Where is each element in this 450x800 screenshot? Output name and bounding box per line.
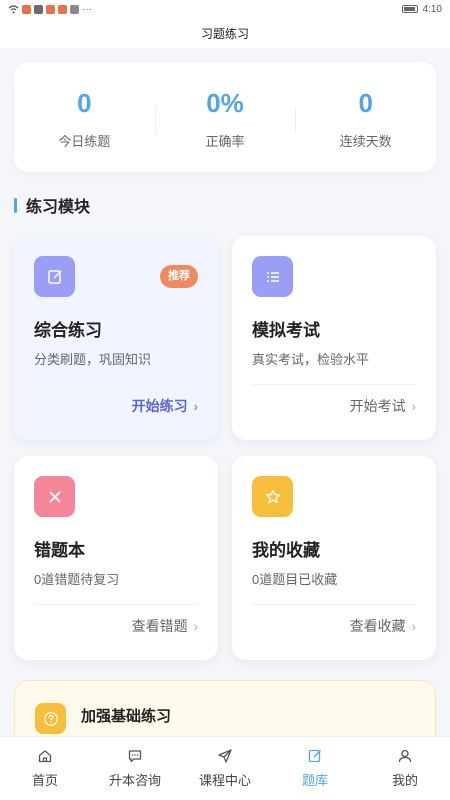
tab-question-bank[interactable]: 题库 bbox=[270, 737, 360, 800]
module-card-exam[interactable]: 模拟考试 真实考试，检验水平 开始考试 › bbox=[232, 236, 436, 440]
action-label: 查看收藏 bbox=[349, 618, 406, 634]
module-desc: 真实考试，检验水平 bbox=[252, 352, 370, 367]
divider bbox=[34, 604, 198, 605]
status-time: 4:10 bbox=[422, 3, 442, 15]
stat-label: 连续天数 bbox=[339, 133, 392, 149]
module-card-mistakes[interactable]: 错题本 0道错题待复习 查看错题 › bbox=[14, 456, 218, 660]
user-icon bbox=[398, 749, 412, 763]
close-icon bbox=[34, 476, 75, 517]
tab-consult[interactable]: 升本咨询 bbox=[90, 737, 180, 800]
chevron-right-icon: › bbox=[193, 398, 198, 414]
module-desc: 0道错题待复习 bbox=[34, 572, 120, 587]
section-title: 练习模块 bbox=[26, 199, 91, 216]
module-title: 错题本 bbox=[34, 541, 85, 560]
section-header: 练习模块 bbox=[14, 194, 90, 216]
star-icon bbox=[252, 476, 293, 517]
chevron-right-icon: › bbox=[411, 618, 416, 634]
divider bbox=[34, 384, 198, 385]
recommend-badge: 推荐 bbox=[160, 265, 198, 288]
action-label: 开始练习 bbox=[131, 398, 188, 414]
module-desc: 0道题目已收藏 bbox=[252, 572, 338, 587]
view-mistakes-button[interactable]: 查看错题 › bbox=[132, 616, 198, 636]
tip-title: 加强基础练习 bbox=[81, 708, 172, 725]
chevron-right-icon: › bbox=[193, 618, 198, 634]
section-accent-bar bbox=[14, 197, 17, 213]
edit-icon bbox=[34, 256, 75, 297]
start-exam-button[interactable]: 开始考试 › bbox=[350, 396, 416, 416]
tab-profile[interactable]: 我的 bbox=[360, 737, 450, 800]
question-icon bbox=[35, 703, 66, 734]
divider bbox=[252, 604, 416, 605]
divider bbox=[252, 384, 416, 385]
tab-label: 题库 bbox=[301, 773, 328, 788]
app-notification-icon bbox=[34, 4, 43, 14]
tab-home[interactable]: 首页 bbox=[0, 737, 90, 800]
module-desc: 分类刷题，巩固知识 bbox=[34, 352, 152, 367]
app-notification-icon bbox=[22, 4, 31, 14]
module-title: 我的收藏 bbox=[252, 541, 320, 560]
tab-label: 首页 bbox=[31, 773, 58, 788]
tab-label: 课程中心 bbox=[198, 773, 251, 788]
start-practice-button[interactable]: 开始练习 › bbox=[132, 396, 198, 416]
action-label: 开始考试 bbox=[349, 398, 406, 414]
page-title: 习题练习 bbox=[200, 26, 249, 41]
chevron-right-icon: › bbox=[411, 398, 416, 414]
module-card-favorites[interactable]: 我的收藏 0道题目已收藏 查看收藏 › bbox=[232, 456, 436, 660]
tab-courses[interactable]: 课程中心 bbox=[180, 737, 270, 800]
bottom-tab-bar: 首页 升本咨询 课程中心 题库 我的 bbox=[0, 736, 450, 800]
stat-today: 0 今日练题 bbox=[14, 85, 155, 150]
wifi-icon bbox=[8, 4, 19, 13]
view-favorites-button[interactable]: 查看收藏 › bbox=[350, 616, 416, 636]
module-title: 模拟考试 bbox=[252, 321, 320, 340]
stat-value: 0 bbox=[358, 87, 373, 118]
stat-label: 正确率 bbox=[205, 133, 245, 149]
module-title: 综合练习 bbox=[34, 321, 102, 340]
app-notification-icon bbox=[58, 4, 67, 14]
battery-icon bbox=[401, 5, 418, 13]
title-bar: 习题练习 bbox=[0, 18, 450, 48]
tab-label: 我的 bbox=[391, 773, 418, 788]
app-notification-icon bbox=[46, 4, 55, 14]
stats-card: 0 今日练题 0% 正确率 0 连续天数 bbox=[14, 62, 436, 172]
stat-value: 0 bbox=[77, 87, 92, 118]
question-bank-icon bbox=[308, 749, 321, 763]
module-card-practice[interactable]: 推荐 综合练习 分类刷题，巩固知识 开始练习 › bbox=[14, 236, 218, 440]
status-right: 4:10 bbox=[401, 3, 442, 15]
stat-label: 今日练题 bbox=[58, 133, 111, 149]
send-icon bbox=[218, 749, 232, 763]
stat-value: 0% bbox=[206, 87, 244, 118]
tab-label: 升本咨询 bbox=[108, 773, 161, 788]
more-notifications: ··· bbox=[82, 3, 92, 15]
chat-icon bbox=[128, 750, 142, 763]
shield-icon bbox=[70, 4, 79, 14]
home-icon bbox=[38, 750, 52, 763]
stat-streak: 0 连续天数 bbox=[295, 85, 436, 150]
stat-accuracy: 0% 正确率 bbox=[154, 85, 296, 150]
list-icon bbox=[252, 256, 293, 297]
status-icons: ··· bbox=[8, 4, 92, 15]
action-label: 查看错题 bbox=[131, 618, 188, 634]
status-bar: ··· 4:10 bbox=[0, 0, 450, 18]
